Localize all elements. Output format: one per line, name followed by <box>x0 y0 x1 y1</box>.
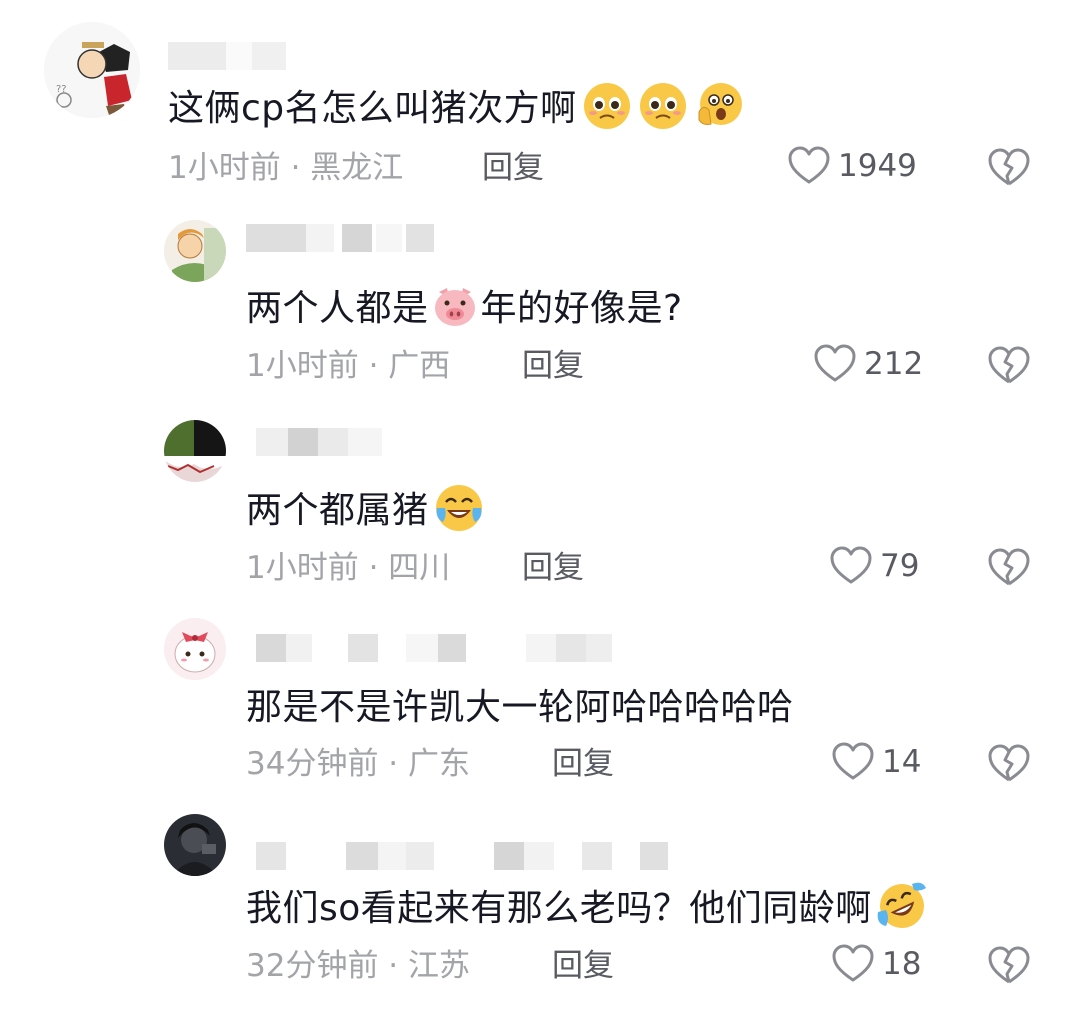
comment-text: 两个都属猪 <box>246 485 485 538</box>
like-count: 14 <box>882 744 922 780</box>
username-redacted[interactable] <box>168 42 288 70</box>
location: 广西 <box>388 348 451 384</box>
comment-text: 两个人都是 年的好像是? <box>246 286 683 334</box>
like-button[interactable]: 1949 <box>788 146 917 186</box>
location: 黑龙江 <box>310 150 404 186</box>
reply-button[interactable]: 回复 <box>552 946 614 986</box>
svg-text:??: ?? <box>56 84 67 95</box>
location: 四川 <box>388 550 451 586</box>
broken-heart-icon <box>988 548 1030 586</box>
username-redacted[interactable] <box>256 634 612 662</box>
timestamp: 1小时前 <box>246 348 359 384</box>
reply-button[interactable]: 回复 <box>482 148 544 188</box>
like-count: 18 <box>882 946 922 982</box>
avatar[interactable] <box>164 420 226 482</box>
broken-heart-icon <box>988 148 1030 186</box>
pleading-face-icon <box>639 83 686 129</box>
dislike-button[interactable] <box>988 148 1030 188</box>
like-count: 212 <box>864 346 924 382</box>
pleading-face-icon <box>583 83 630 129</box>
username-redacted[interactable] <box>256 428 386 456</box>
like-button[interactable]: 79 <box>830 546 919 586</box>
dislike-button[interactable] <box>988 946 1030 986</box>
like-button[interactable]: 212 <box>814 344 923 384</box>
broken-heart-icon <box>988 946 1030 984</box>
broken-heart-icon <box>988 346 1030 384</box>
timestamp: 32分钟前 <box>246 948 379 984</box>
timestamp: 1小时前 <box>168 150 281 186</box>
comment-text: 这俩cp名怎么叫猪次方啊 <box>168 83 745 136</box>
reply-button[interactable]: 回复 <box>522 346 584 386</box>
laughing-tears-face-icon <box>435 485 482 531</box>
pig-face-icon <box>434 288 475 326</box>
heart-icon <box>830 546 872 584</box>
like-count: 1949 <box>838 148 917 184</box>
rolling-laughing-face-icon <box>877 882 926 928</box>
comment-meta: 1小时前 · 黑龙江 <box>168 150 404 186</box>
comment-meta: 1小时前 · 广西 <box>246 348 451 384</box>
location: 广东 <box>408 746 471 782</box>
avatar[interactable]: ?? <box>44 22 140 118</box>
username-redacted[interactable] <box>256 842 668 870</box>
timestamp: 34分钟前 <box>246 746 379 782</box>
heart-icon <box>814 344 856 382</box>
dislike-button[interactable] <box>988 346 1030 386</box>
comment-text: 我们so看起来有那么老吗？他们同龄啊 <box>246 882 928 936</box>
avatar[interactable] <box>164 220 226 282</box>
heart-icon <box>832 944 874 982</box>
dislike-button[interactable] <box>988 744 1030 784</box>
comment-meta: 34分钟前 · 广东 <box>246 746 471 782</box>
comment-meta: 1小时前 · 四川 <box>246 550 451 586</box>
shocked-face-icon <box>698 83 742 125</box>
like-count: 79 <box>880 548 920 584</box>
reply-button[interactable]: 回复 <box>522 548 584 588</box>
broken-heart-icon <box>988 744 1030 782</box>
username-redacted[interactable] <box>246 224 436 252</box>
like-button[interactable]: 18 <box>832 944 921 984</box>
reply-button[interactable]: 回复 <box>552 744 614 784</box>
comment-meta: 32分钟前 · 江苏 <box>246 948 471 984</box>
location: 江苏 <box>408 948 471 984</box>
comment-text: 那是不是许凯大一轮阿哈哈哈哈哈 <box>246 687 794 728</box>
heart-icon <box>832 742 874 780</box>
heart-icon <box>788 146 830 184</box>
avatar[interactable] <box>164 618 226 680</box>
like-button[interactable]: 14 <box>832 742 921 782</box>
timestamp: 1小时前 <box>246 550 359 586</box>
avatar[interactable] <box>164 814 226 876</box>
dislike-button[interactable] <box>988 548 1030 588</box>
